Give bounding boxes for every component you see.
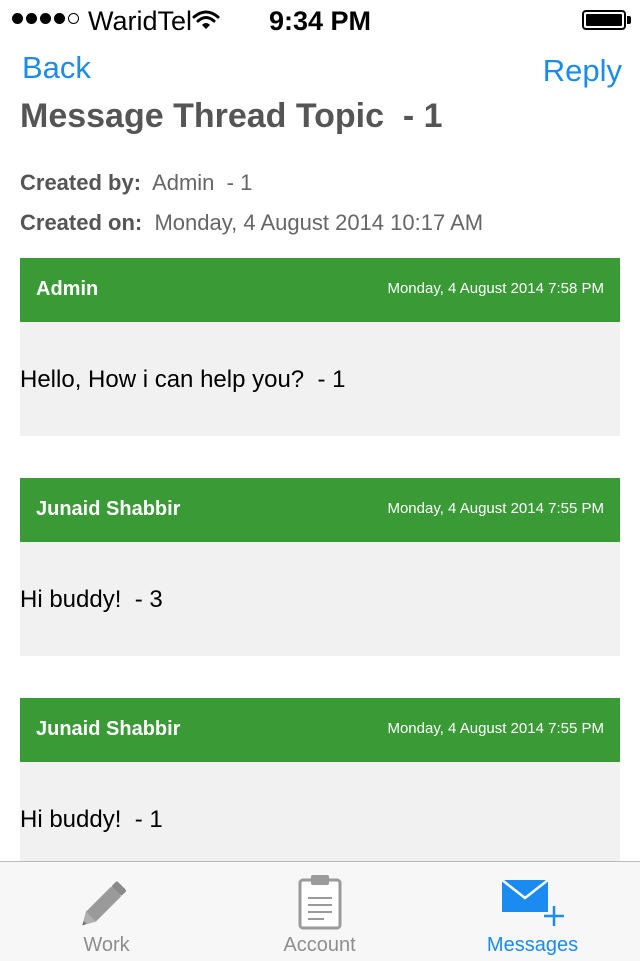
message-card: Junaid Shabbir Monday, 4 August 2014 7:5… (20, 478, 620, 656)
tab-label: Messages (486, 934, 579, 956)
tab-label: Account (283, 934, 356, 956)
status-bar: WaridTel 9:34 PM (0, 0, 640, 40)
tab-bar: Work Account Messages (0, 861, 640, 961)
message-text: Hello, How i can help you? - 1 (20, 366, 346, 393)
page-title: Message Thread Topic - 1 (20, 97, 443, 135)
message-body: Hi buddy! - 1 (20, 762, 620, 876)
message-author: Junaid Shabbir (36, 718, 181, 740)
created-by-label: Created by: (20, 170, 142, 195)
message-header: Junaid Shabbir Monday, 4 August 2014 7:5… (20, 698, 620, 762)
tab-work[interactable]: Work (0, 862, 213, 961)
battery-tip (627, 16, 631, 24)
message-date: Monday, 4 August 2014 7:55 PM (387, 720, 604, 737)
message-header: Junaid Shabbir Monday, 4 August 2014 7:5… (20, 478, 620, 542)
created-on-row: Created on: Monday, 4 August 2014 10:17 … (20, 210, 483, 236)
message-author: Admin (36, 278, 99, 300)
message-date: Monday, 4 August 2014 7:55 PM (387, 500, 604, 517)
tab-label: Work (83, 934, 130, 956)
created-on-value: Monday, 4 August 2014 10:17 AM (154, 210, 484, 235)
message-date: Monday, 4 August 2014 7:58 PM (387, 280, 604, 297)
created-on-label: Created on: (20, 210, 143, 235)
message-text: Hi buddy! - 3 (20, 586, 163, 613)
tab-messages[interactable]: Messages (426, 862, 639, 961)
message-text: Hi buddy! - 1 (20, 806, 163, 833)
reply-button[interactable]: Reply (543, 53, 622, 89)
message-author: Junaid Shabbir (36, 498, 181, 520)
message-card: Admin Monday, 4 August 2014 7:58 PM Hell… (20, 258, 620, 436)
clock: 9:34 PM (268, 6, 372, 36)
created-by-value: Admin - 1 (152, 170, 253, 195)
message-body: Hello, How i can help you? - 1 (20, 322, 620, 436)
tab-account[interactable]: Account (213, 862, 426, 961)
created-by-row: Created by: Admin - 1 (20, 170, 252, 196)
battery-icon (582, 10, 626, 30)
message-card: Junaid Shabbir Monday, 4 August 2014 7:5… (20, 698, 620, 876)
back-button[interactable]: Back (22, 50, 91, 86)
message-body: Hi buddy! - 3 (20, 542, 620, 656)
message-header: Admin Monday, 4 August 2014 7:58 PM (20, 258, 620, 322)
